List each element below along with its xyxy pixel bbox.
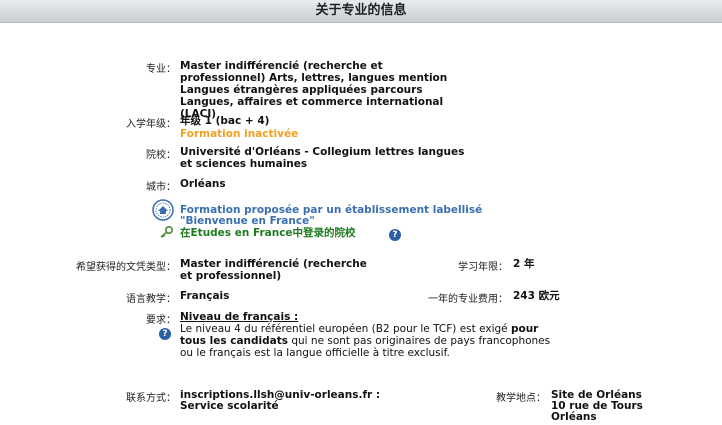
language-label: 语言教学： [126,294,176,305]
diploma-label: 希望获得的文凭类型： [76,262,176,273]
institution-label: 院校： [146,150,176,161]
location-label: 教学地点： [496,393,546,404]
institution-value: Université d'Orléans - Collegium lettres… [180,146,465,170]
requirements-title: Niveau de français : [180,311,299,323]
entry-level-label: 入学年级： [126,119,176,130]
requirements-text: Le niveau 4 du référentiel européen (B2 … [180,323,555,359]
key-icon [159,225,174,238]
tuition-label: 一年的专业费用： [428,294,508,305]
labelled-line2: "Bienvenue en France" [180,215,315,227]
specialty-value: Master indifférencié (recherche et profe… [180,60,448,120]
bienvenue-label-icon [152,199,174,221]
language-value: Français [180,290,230,302]
tuition-value: 243 欧元 [513,290,560,302]
formation-status: Formation inactivée [180,128,299,140]
help-icon[interactable]: ? [389,229,401,241]
contact-service: Service scolarité [180,400,279,412]
duration-value: 2 年 [513,258,535,270]
duration-label: 学习年限： [458,262,508,273]
city-label: 城市： [146,182,176,193]
specialty-label: 专业： [146,64,176,75]
requirements-label: 要求： [146,315,176,326]
diploma-value: Master indifférencié (recherche et profe… [180,258,367,282]
city-value: Orléans [180,178,226,190]
page-header: 关于专业的信息 [0,0,722,23]
contact-label: 联系方式： [126,393,176,404]
registered-text: 在Etudes en France中登录的院校 [180,227,356,239]
location-line3: Orléans [551,411,597,423]
help-icon[interactable]: ? [159,328,171,340]
entry-level-value: 年级 1 (bac + 4) [180,115,270,127]
requirements-text-part1: Le niveau 4 du référentiel européen (B2 … [180,323,511,335]
